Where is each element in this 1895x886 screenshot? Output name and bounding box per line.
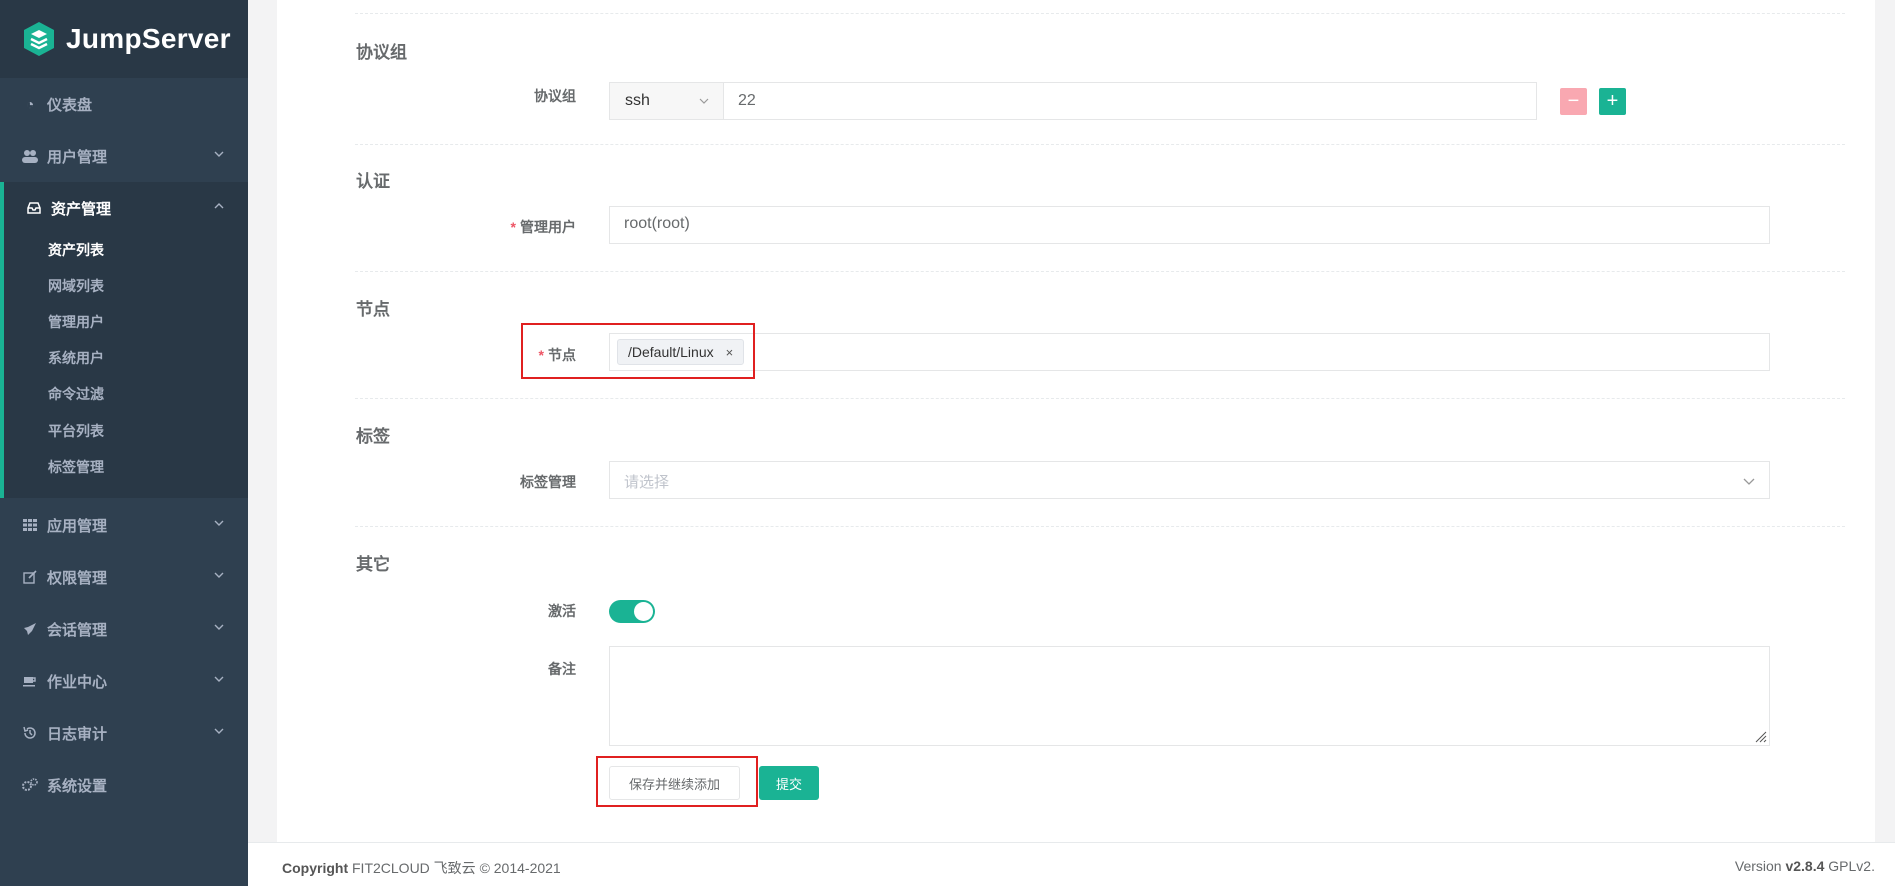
- sub-platform-list[interactable]: 平台列表: [48, 421, 104, 441]
- chevron-down-icon: [214, 572, 224, 578]
- section-protocol: 协议组: [356, 43, 407, 62]
- chevron-down-icon: [699, 98, 709, 104]
- footer-version: Version v2.8.4 GPLv2.: [1734, 858, 1875, 874]
- dashboard-icon: ◔: [25, 96, 35, 112]
- nav-assets[interactable]: 资产管理: [0, 188, 248, 228]
- active-toggle[interactable]: [609, 600, 655, 623]
- resize-handle-icon[interactable]: [1753, 729, 1767, 743]
- admin-user-select[interactable]: root(root): [609, 206, 1770, 244]
- divider: [355, 271, 1845, 272]
- labels-select[interactable]: 请选择: [609, 461, 1770, 499]
- grid-icon: [22, 517, 38, 533]
- nav-assets-label: 资产管理: [51, 200, 112, 218]
- node-select[interactable]: [609, 333, 1770, 371]
- protocol-select[interactable]: ssh: [609, 82, 724, 120]
- nav-audits[interactable]: 日志审计: [0, 713, 248, 753]
- sub-system-user[interactable]: 系统用户: [48, 348, 104, 368]
- divider: [355, 144, 1845, 145]
- submit-button[interactable]: 提交: [759, 766, 819, 800]
- sub-domain-list[interactable]: 网域列表: [48, 276, 104, 296]
- active-label: 激活: [548, 603, 576, 619]
- nav-dashboard[interactable]: ◔ 仪表盘: [0, 84, 248, 124]
- chevron-down-icon: [1743, 478, 1755, 485]
- nav-perms-label: 权限管理: [47, 569, 108, 587]
- divider: [355, 398, 1845, 399]
- nav-applications[interactable]: 应用管理: [0, 505, 248, 545]
- admin-user-label: * 管理用户: [510, 219, 576, 235]
- footer-copyright: Copyright FIT2CLOUD 飞致云 © 2014-2021: [282, 860, 561, 876]
- footer: Copyright FIT2CLOUD 飞致云 © 2014-2021 Vers…: [248, 842, 1895, 886]
- divider: [355, 13, 1845, 14]
- comment-textarea[interactable]: [609, 646, 1770, 746]
- jumpserver-logo-icon: [24, 22, 54, 56]
- section-labels: 标签: [356, 427, 390, 446]
- sub-label-manage[interactable]: 标签管理: [48, 457, 104, 477]
- chevron-up-icon: [214, 203, 224, 209]
- nav-settings-label: 系统设置: [47, 777, 108, 795]
- nav-audits-label: 日志审计: [47, 725, 108, 743]
- remove-protocol-button[interactable]: −: [1560, 88, 1587, 115]
- section-auth: 认证: [356, 172, 390, 191]
- chevron-down-icon: [214, 151, 224, 157]
- highlight-box-save: [596, 756, 758, 807]
- nav-ops-label: 作业中心: [47, 673, 108, 691]
- protocol-select-value: ssh: [625, 92, 650, 109]
- nav-dashboard-label: 仪表盘: [47, 96, 93, 114]
- nav-users-label: 用户管理: [47, 148, 108, 166]
- nav-ops[interactable]: 作业中心: [0, 661, 248, 701]
- nav-users[interactable]: 用户管理: [0, 136, 248, 176]
- logo[interactable]: JumpServer: [0, 0, 248, 78]
- toggle-knob: [634, 602, 653, 621]
- history-icon: [22, 725, 38, 741]
- sub-asset-list[interactable]: 资产列表: [48, 240, 104, 260]
- gears-icon: [22, 777, 38, 793]
- rocket-icon: [22, 621, 38, 637]
- nav-sessions-label: 会话管理: [47, 621, 108, 639]
- nav-applications-label: 应用管理: [47, 517, 108, 535]
- coffee-icon: [22, 673, 38, 689]
- protocol-label: 协议组: [534, 88, 576, 104]
- divider: [355, 526, 1845, 527]
- labels-placeholder: 请选择: [624, 474, 670, 491]
- sub-command-filter[interactable]: 命令过滤: [48, 384, 104, 404]
- app-name: JumpServer: [66, 23, 231, 54]
- port-input[interactable]: 22: [723, 82, 1537, 120]
- nav-sessions[interactable]: 会话管理: [0, 609, 248, 649]
- nav-settings[interactable]: 系统设置: [0, 765, 248, 805]
- sidebar: JumpServer ◔ 仪表盘 用户管理 资产管理 资产列表 网域列表 管理用…: [0, 0, 248, 886]
- chevron-down-icon: [214, 624, 224, 630]
- section-other: 其它: [356, 555, 390, 574]
- section-node: 节点: [356, 300, 390, 319]
- labels-label: 标签管理: [520, 474, 576, 490]
- nav-assets-group: [0, 182, 248, 498]
- nav-perms[interactable]: 权限管理: [0, 557, 248, 597]
- chevron-down-icon: [214, 728, 224, 734]
- admin-user-value: root(root): [624, 215, 690, 232]
- edit-icon: [22, 569, 38, 585]
- inbox-icon: [26, 200, 42, 216]
- port-value: 22: [738, 92, 756, 109]
- chevron-down-icon: [214, 520, 224, 526]
- sub-admin-user[interactable]: 管理用户: [48, 312, 104, 332]
- highlight-box-node: [521, 323, 755, 379]
- comment-label: 备注: [548, 661, 576, 677]
- chevron-down-icon: [214, 676, 224, 682]
- users-icon: [22, 148, 38, 164]
- add-protocol-button[interactable]: +: [1599, 88, 1626, 115]
